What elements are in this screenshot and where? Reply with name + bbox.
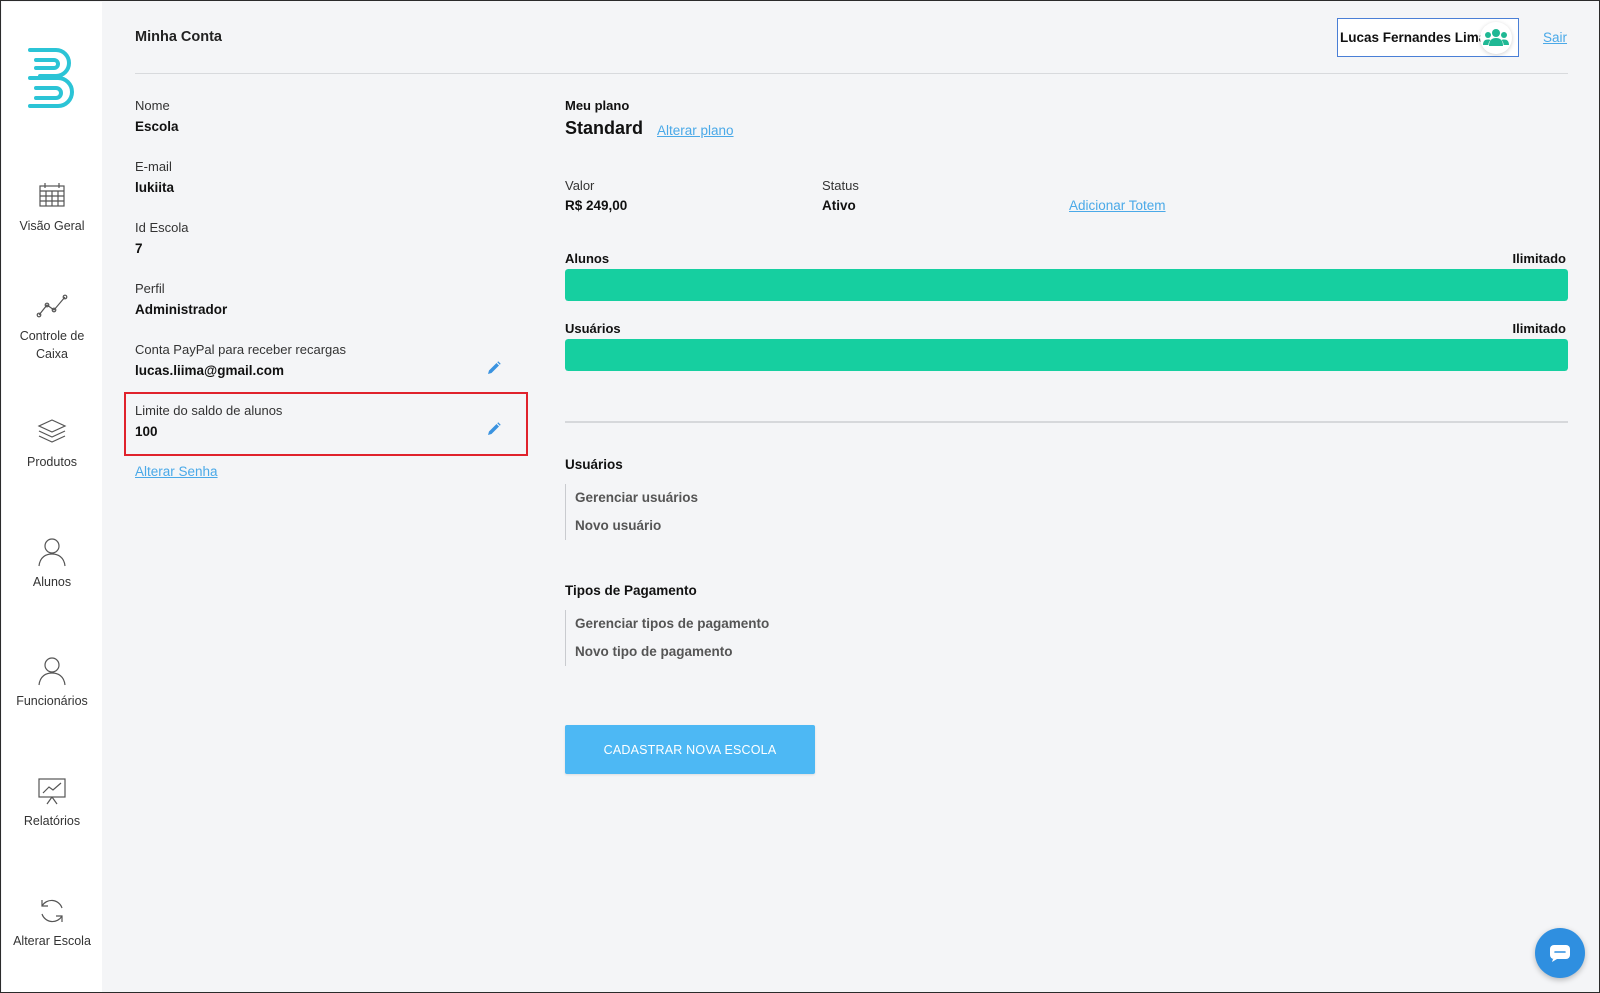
refresh-icon [41, 899, 63, 923]
logout-link[interactable]: Sair [1543, 30, 1567, 45]
usuarios-quota-label: Usuários [565, 321, 621, 336]
edit-limite-icon[interactable] [487, 422, 501, 436]
change-password-link[interactable]: Alterar Senha [135, 464, 218, 479]
sidebar-item-relatorios[interactable]: Relatórios [2, 774, 102, 830]
pagamento-menu: Gerenciar tipos de pagamento Novo tipo d… [565, 610, 769, 666]
page-title: Minha Conta [135, 29, 222, 45]
sidebar-item-controle-de-caixa[interactable]: Controle de Caixa [2, 289, 102, 363]
usuarios-quota-limit: Ilimitado [1512, 321, 1566, 336]
field-paypal: Conta PayPal para receber recargas lucas… [135, 342, 515, 379]
field-label: Perfil [135, 281, 165, 296]
change-plan-link[interactable]: Alterar plano [657, 123, 734, 138]
sidebar-item-label: Visão Geral [19, 219, 85, 233]
alunos-progress-bar [565, 269, 1568, 301]
presentation-chart-icon [38, 778, 66, 805]
field-email: E-mail lukiita [135, 159, 515, 196]
alunos-quota-limit: Ilimitado [1512, 251, 1566, 266]
sidebar-item-alunos[interactable]: Alunos [2, 535, 102, 591]
status-value: Ativo [822, 198, 856, 213]
person-icon [38, 538, 66, 567]
plan-name: Standard [565, 118, 644, 138]
edit-paypal-icon[interactable] [487, 361, 501, 375]
field-value: lukiita [135, 180, 175, 195]
novo-pagamento-link[interactable]: Novo tipo de pagamento [575, 638, 769, 666]
calendar-icon [39, 183, 65, 207]
sidebar-item-alterar-escola[interactable]: Alterar Escola [2, 894, 102, 950]
gerenciar-usuarios-link[interactable]: Gerenciar usuários [575, 484, 698, 512]
sidebar-item-label: Alterar Escola [13, 934, 91, 948]
user-name: Lucas Fernandes Lima [1340, 30, 1487, 45]
sidebar-item-visao-geral[interactable]: Visão Geral [2, 179, 102, 235]
field-perfil: Perfil Administrador [135, 281, 515, 318]
field-value: 100 [135, 424, 158, 439]
usuarios-progress-bar [565, 339, 1568, 371]
usuarios-menu: Gerenciar usuários Novo usuário [565, 484, 698, 540]
field-id-escola: Id Escola 7 [135, 220, 515, 257]
novo-usuario-link[interactable]: Novo usuário [575, 512, 698, 540]
sidebar: Visão Geral Controle de Caixa Produtos A… [2, 2, 102, 992]
header-divider [135, 73, 1568, 74]
field-label: Id Escola [135, 220, 189, 235]
usuarios-section-title: Usuários [565, 457, 623, 472]
sidebar-item-label: Funcionários [16, 694, 88, 708]
valor-label: Valor [565, 178, 595, 193]
field-value: 7 [135, 241, 143, 256]
user-menu[interactable]: Lucas Fernandes Lima [1337, 18, 1519, 57]
sidebar-item-funcionarios[interactable]: Funcionários [2, 654, 102, 710]
field-limite-saldo: Limite do saldo de alunos 100 [135, 403, 515, 440]
app-window: Visão Geral Controle de Caixa Produtos A… [0, 0, 1600, 993]
valor-value: R$ 249,00 [565, 198, 628, 213]
sidebar-item-label: Alunos [32, 575, 72, 589]
sidebar-item-label: Controle de Caixa [19, 329, 85, 361]
field-label: Limite do saldo de alunos [135, 403, 283, 418]
field-value: lucas.liima@gmail.com [135, 363, 284, 378]
line-chart-icon [36, 294, 68, 318]
field-value: Escola [135, 119, 179, 134]
sidebar-item-produtos[interactable]: Produtos [2, 415, 102, 471]
field-label: Nome [135, 98, 170, 113]
section-divider [565, 421, 1568, 423]
chat-icon [1550, 945, 1570, 962]
layers-icon [37, 419, 67, 443]
users-group-icon[interactable] [1480, 22, 1512, 54]
field-label: E-mail [135, 159, 172, 174]
alunos-quota-label: Alunos [565, 251, 610, 266]
person-icon [38, 657, 66, 686]
register-school-button[interactable]: CADASTRAR NOVA ESCOLA [565, 725, 815, 774]
app-logo[interactable] [26, 44, 78, 110]
field-value: Administrador [135, 302, 228, 317]
sidebar-item-label: Produtos [26, 455, 78, 469]
gerenciar-pagamento-link[interactable]: Gerenciar tipos de pagamento [575, 610, 769, 638]
alunos-progress-fill [565, 269, 1568, 301]
status-label: Status [822, 178, 859, 193]
pagamento-section-title: Tipos de Pagamento [565, 583, 697, 598]
usuarios-progress-fill [565, 339, 1568, 371]
plan-heading: Meu plano [565, 98, 630, 113]
field-nome: Nome Escola [135, 98, 515, 135]
add-totem-link[interactable]: Adicionar Totem [1069, 198, 1166, 213]
chat-button[interactable] [1535, 928, 1585, 978]
sidebar-item-label: Relatórios [23, 814, 81, 828]
field-label: Conta PayPal para receber recargas [135, 342, 347, 357]
